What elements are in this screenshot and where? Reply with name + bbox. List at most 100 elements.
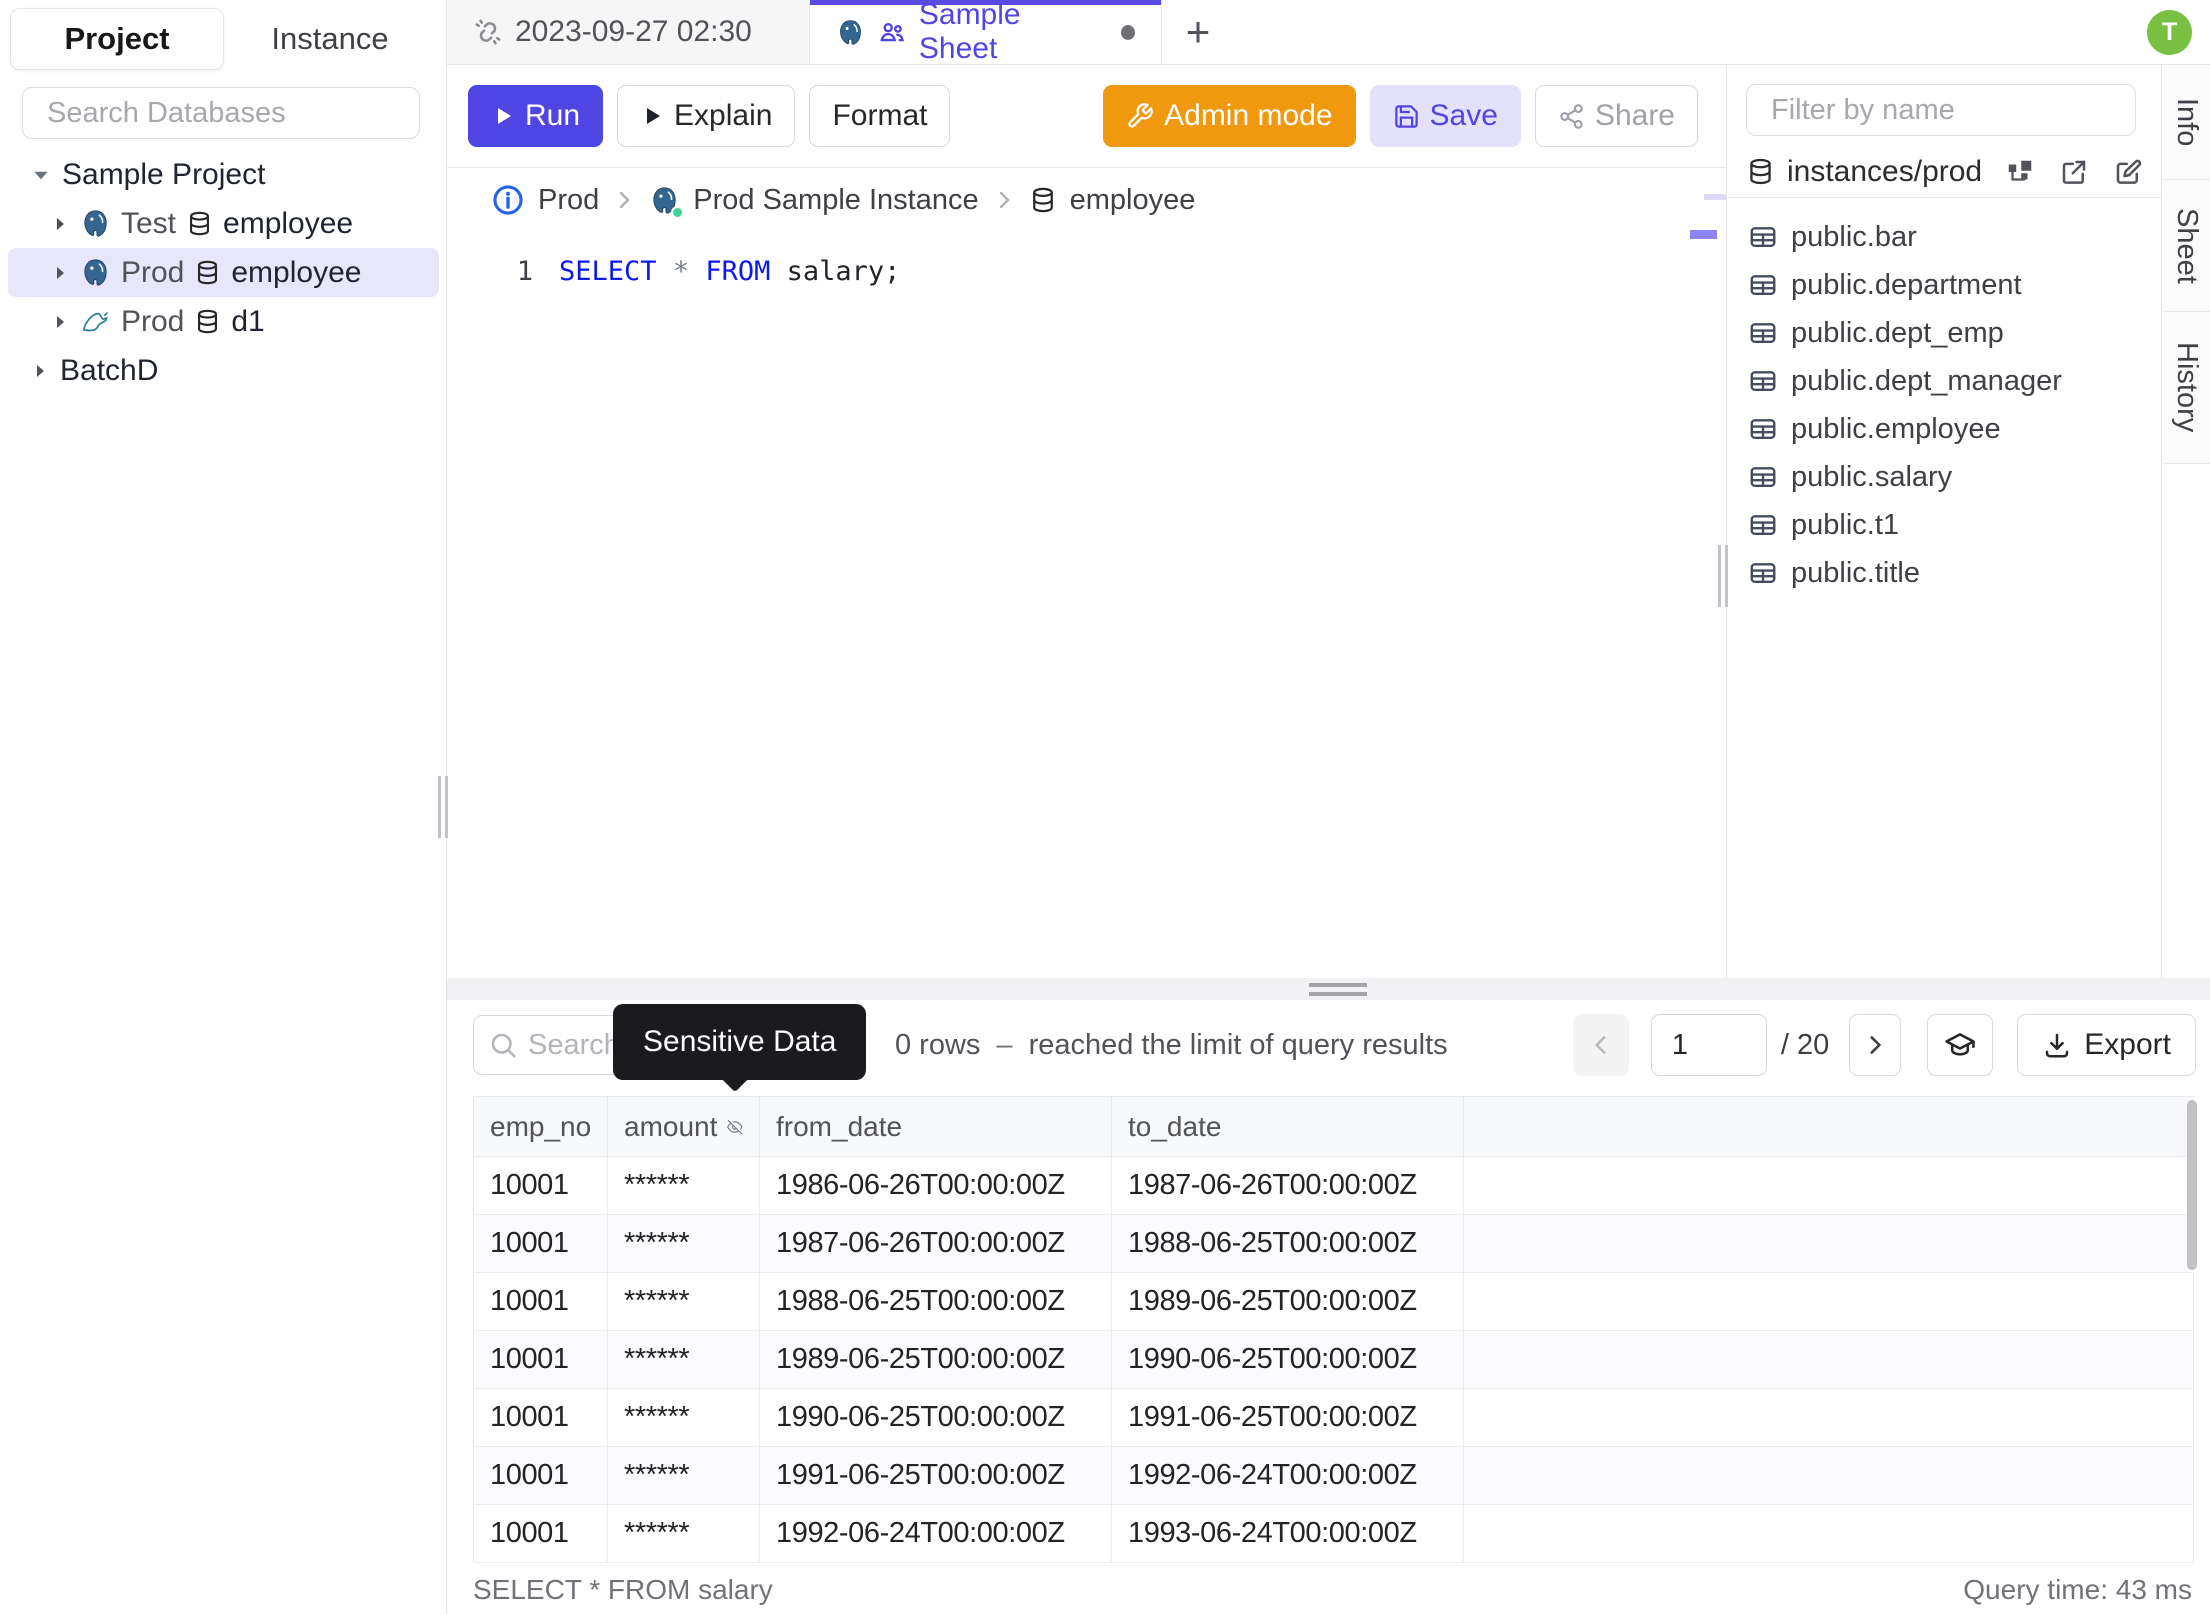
- cell-filler: [1463, 1272, 2194, 1331]
- export-button[interactable]: Export: [2017, 1014, 2196, 1076]
- table-row[interactable]: 10001 ****** 1989-06-25T00:00:00Z 1990-06-2…: [473, 1330, 2194, 1389]
- schema-diagram-icon[interactable]: [2005, 157, 2035, 187]
- format-button[interactable]: Format: [809, 85, 951, 147]
- table-list-item[interactable]: public.bar: [1728, 213, 2161, 261]
- cell-amount-masked[interactable]: ******: [607, 1214, 760, 1273]
- sql-editor[interactable]: 1 SELECT * FROM salary;: [447, 194, 1726, 978]
- tab-project[interactable]: Project: [10, 8, 224, 70]
- breadcrumb-database[interactable]: employee: [1070, 184, 1196, 217]
- table-name: public.bar: [1791, 220, 1917, 253]
- tree-node-database[interactable]: Test employee: [8, 199, 439, 248]
- info-icon[interactable]: [491, 183, 525, 217]
- search-databases-input[interactable]: [47, 96, 424, 130]
- admin-mode-button[interactable]: Admin mode: [1103, 85, 1356, 147]
- table-row[interactable]: 10001 ****** 1991-06-25T00:00:00Z 1992-06-2…: [473, 1446, 2194, 1505]
- external-link-icon[interactable]: [2059, 157, 2089, 187]
- cell-amount-masked[interactable]: ******: [607, 1388, 760, 1447]
- env-label: Prod: [121, 255, 185, 289]
- table-list-item[interactable]: public.employee: [1728, 405, 2161, 453]
- cell-to-date[interactable]: 1992-06-24T00:00:00Z: [1111, 1446, 1464, 1505]
- table-list-item[interactable]: public.department: [1728, 261, 2161, 309]
- cell-filler: [1463, 1388, 2194, 1447]
- cell-emp-no[interactable]: 10001: [473, 1214, 608, 1273]
- table-row[interactable]: 10001 ****** 1986-06-26T00:00:00Z 1987-06-2…: [473, 1156, 2194, 1215]
- cell-emp-no[interactable]: 10001: [473, 1446, 608, 1505]
- table-scrollbar[interactable]: [2187, 1100, 2197, 1270]
- table-list-item[interactable]: public.title: [1728, 549, 2161, 597]
- cell-from-date[interactable]: 1990-06-25T00:00:00Z: [759, 1388, 1112, 1447]
- cell-to-date[interactable]: 1988-06-25T00:00:00Z: [1111, 1214, 1464, 1273]
- cell-filler: [1463, 1446, 2194, 1505]
- cell-emp-no[interactable]: 10001: [473, 1504, 608, 1563]
- cell-emp-no[interactable]: 10001: [473, 1330, 608, 1389]
- table-row[interactable]: 10001 ****** 1990-06-25T00:00:00Z 1991-06-2…: [473, 1388, 2194, 1447]
- data-masking-button[interactable]: [1927, 1014, 1994, 1076]
- cell-to-date[interactable]: 1991-06-25T00:00:00Z: [1111, 1388, 1464, 1447]
- table-list-item[interactable]: public.dept_manager: [1728, 357, 2161, 405]
- cell-emp-no[interactable]: 10001: [473, 1272, 608, 1331]
- cell-amount-masked[interactable]: ******: [607, 1272, 760, 1331]
- tab-info[interactable]: Info: [2163, 65, 2210, 180]
- editor-pane: Run Explain Format Admin mode Save Share: [447, 65, 1727, 978]
- results-splitter[interactable]: [447, 978, 2210, 1000]
- breadcrumb-env[interactable]: Prod: [538, 184, 599, 217]
- sql-text: SELECT * FROM salary;: [533, 256, 900, 287]
- edit-icon[interactable]: [2113, 157, 2143, 187]
- cell-from-date[interactable]: 1986-06-26T00:00:00Z: [759, 1156, 1112, 1215]
- table-row[interactable]: 10001 ****** 1987-06-26T00:00:00Z 1988-06-2…: [473, 1214, 2194, 1273]
- cell-to-date[interactable]: 1989-06-25T00:00:00Z: [1111, 1272, 1464, 1331]
- filter-by-name-input[interactable]: [1771, 93, 2148, 127]
- splitter-drag-handle[interactable]: [1309, 983, 1367, 1001]
- save-button[interactable]: Save: [1369, 85, 1521, 147]
- prev-page-button[interactable]: [1572, 1014, 1629, 1076]
- breadcrumb-instance[interactable]: Prod Sample Instance: [693, 184, 978, 217]
- user-avatar[interactable]: T: [2147, 10, 2192, 55]
- tree-node-database-selected[interactable]: Prod employee: [8, 248, 439, 297]
- cell-emp-no[interactable]: 10001: [473, 1388, 608, 1447]
- table-list-item[interactable]: public.t1: [1728, 501, 2161, 549]
- run-button[interactable]: Run: [468, 85, 604, 147]
- cell-from-date[interactable]: 1987-06-26T00:00:00Z: [759, 1214, 1112, 1273]
- cell-filler: [1463, 1330, 2194, 1389]
- cell-from-date[interactable]: 1992-06-24T00:00:00Z: [759, 1504, 1112, 1563]
- tree-node-project[interactable]: BatchD: [8, 346, 439, 395]
- page-number-input[interactable]: [1650, 1014, 1767, 1076]
- share-button[interactable]: Share: [1534, 85, 1698, 147]
- next-page-button[interactable]: [1849, 1014, 1902, 1076]
- sidebar-resize-handle[interactable]: [438, 776, 448, 838]
- cell-amount-masked[interactable]: ******: [607, 1156, 760, 1215]
- cell-to-date[interactable]: 1987-06-26T00:00:00Z: [1111, 1156, 1464, 1215]
- cell-amount-masked[interactable]: ******: [607, 1504, 760, 1563]
- tab-instance[interactable]: Instance: [224, 8, 436, 70]
- sheet-tab-unsaved[interactable]: 2023-09-27 02:30: [447, 0, 810, 64]
- sheet-tab-bar: 2023-09-27 02:30 Sample Sheet + T: [447, 0, 2210, 65]
- table-list-item[interactable]: public.dept_emp: [1728, 309, 2161, 357]
- table-row[interactable]: 10001 ****** 1992-06-24T00:00:00Z 1993-06-2…: [473, 1504, 2194, 1563]
- cell-amount-masked[interactable]: ******: [607, 1446, 760, 1505]
- column-header-to-date[interactable]: to_date: [1111, 1096, 1464, 1157]
- table-list-item[interactable]: public.salary: [1728, 453, 2161, 501]
- tree-node-project[interactable]: Sample Project: [8, 150, 439, 199]
- tree-node-database[interactable]: Prod d1: [8, 297, 439, 346]
- cell-from-date[interactable]: 1989-06-25T00:00:00Z: [759, 1330, 1112, 1389]
- column-header-filler: [1463, 1096, 2194, 1157]
- column-header-amount[interactable]: amount: [607, 1096, 760, 1157]
- cell-filler: [1463, 1504, 2194, 1563]
- column-header-emp-no[interactable]: emp_no: [473, 1096, 608, 1157]
- column-header-from-date[interactable]: from_date: [759, 1096, 1112, 1157]
- cell-amount-masked[interactable]: ******: [607, 1330, 760, 1389]
- tab-history[interactable]: History: [2163, 312, 2210, 464]
- side-tab-strip: Info Sheet History: [2163, 65, 2210, 978]
- cell-from-date[interactable]: 1988-06-25T00:00:00Z: [759, 1272, 1112, 1331]
- explain-button[interactable]: Explain: [617, 85, 796, 147]
- cell-to-date[interactable]: 1990-06-25T00:00:00Z: [1111, 1330, 1464, 1389]
- env-label: Test: [121, 206, 177, 240]
- sheet-tab-active[interactable]: Sample Sheet: [810, 0, 1162, 65]
- new-sheet-button[interactable]: +: [1162, 0, 1234, 64]
- cell-from-date[interactable]: 1991-06-25T00:00:00Z: [759, 1446, 1112, 1505]
- cell-emp-no[interactable]: 10001: [473, 1156, 608, 1215]
- tab-sheet[interactable]: Sheet: [2163, 180, 2210, 312]
- table-row[interactable]: 10001 ****** 1988-06-25T00:00:00Z 1989-06-2…: [473, 1272, 2194, 1331]
- cell-to-date[interactable]: 1993-06-24T00:00:00Z: [1111, 1504, 1464, 1563]
- panel-resize-handle[interactable]: [1718, 545, 1728, 607]
